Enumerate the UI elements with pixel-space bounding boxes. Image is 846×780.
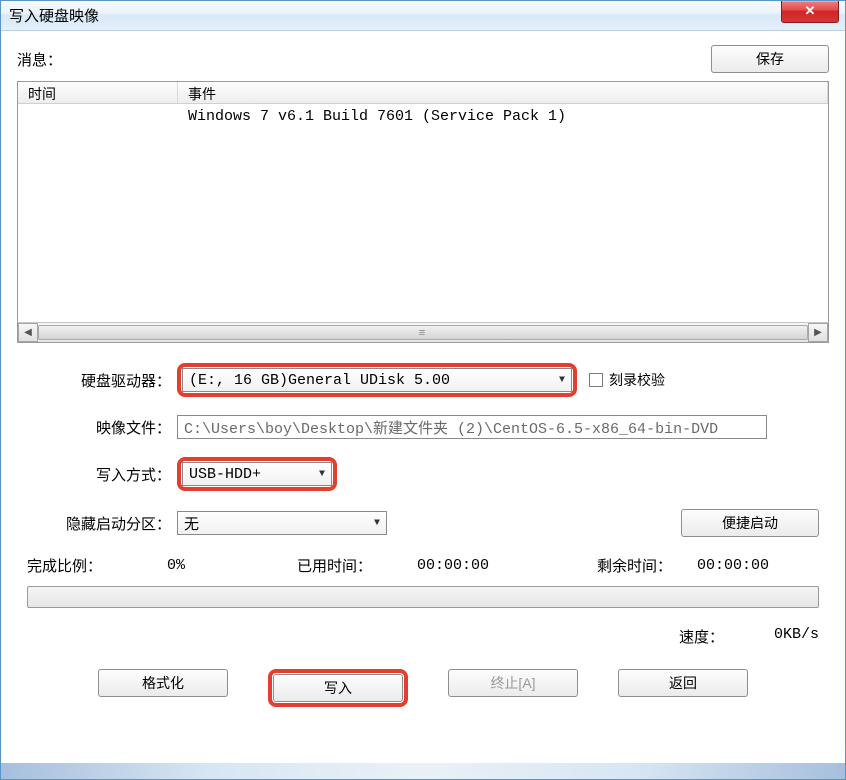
remaining-label: 剩余时间：: [597, 555, 697, 576]
scroll-track[interactable]: ≡: [38, 323, 808, 342]
log-panel: 时间 事件 Windows 7 v6.1 Build 7601 (Service…: [17, 81, 829, 343]
content-area: 消息： 保存 时间 事件 Windows 7 v6.1 Build 7601 (…: [1, 31, 845, 721]
abort-button: 终止[A]: [448, 669, 578, 697]
write-mode-highlight: USB-HDD+ ▼: [177, 457, 337, 491]
image-path-input[interactable]: C:\Users\boy\Desktop\新建文件夹 (2)\CentOS-6.…: [177, 415, 767, 439]
image-path-value: C:\Users\boy\Desktop\新建文件夹 (2)\CentOS-6.…: [184, 417, 718, 438]
speed-value: 0KB/s: [774, 626, 819, 647]
progress-info: 完成比例： 0% 已用时间： 00:00:00 剩余时间： 00:00:00: [27, 555, 819, 576]
format-button[interactable]: 格式化: [98, 669, 228, 697]
close-icon[interactable]: ✕: [781, 1, 839, 23]
titlebar[interactable]: 写入硬盘映像 ✕: [1, 1, 845, 31]
footer-decoration: [1, 763, 845, 779]
drive-value: (E:, 16 GB)General UDisk 5.00: [189, 372, 450, 389]
verify-label: 刻录校验: [609, 370, 665, 390]
dialog-window: 写入硬盘映像 ✕ 消息： 保存 时间 事件 Windows 7 v6.1 Bui…: [0, 0, 846, 780]
log-event: Windows 7 v6.1 Build 7601 (Service Pack …: [178, 108, 828, 125]
column-time[interactable]: 时间: [18, 82, 178, 103]
drive-label: 硬盘驱动器：: [27, 370, 177, 391]
scroll-thumb[interactable]: ≡: [38, 325, 808, 340]
scroll-right-icon[interactable]: ▶: [808, 323, 828, 342]
image-label: 映像文件：: [27, 417, 177, 438]
write-mode-select[interactable]: USB-HDD+ ▼: [182, 462, 332, 486]
back-button[interactable]: 返回: [618, 669, 748, 697]
checkbox-box-icon: [589, 373, 603, 387]
chevron-down-icon: ▼: [319, 469, 325, 480]
hide-partition-label: 隐藏启动分区：: [27, 513, 177, 534]
drive-highlight: (E:, 16 GB)General UDisk 5.00 ▼: [177, 363, 577, 397]
save-button[interactable]: 保存: [711, 45, 829, 73]
elapsed-value: 00:00:00: [417, 557, 597, 574]
speed-label: 速度：: [679, 626, 724, 647]
write-button[interactable]: 写入: [273, 674, 403, 702]
messages-label: 消息：: [17, 49, 62, 70]
chevron-down-icon: ▼: [559, 375, 565, 386]
verify-checkbox[interactable]: 刻录校验: [589, 370, 665, 390]
complete-value: 0%: [167, 557, 297, 574]
drive-select[interactable]: (E:, 16 GB)General UDisk 5.00 ▼: [182, 368, 572, 392]
chevron-down-icon: ▼: [374, 518, 380, 529]
write-mode-label: 写入方式：: [27, 464, 177, 485]
progress-bar: [27, 586, 819, 608]
scroll-left-icon[interactable]: ◀: [18, 323, 38, 342]
quick-boot-button[interactable]: 便捷启动: [681, 509, 819, 537]
log-row: Windows 7 v6.1 Build 7601 (Service Pack …: [18, 108, 828, 125]
log-time: [18, 108, 178, 125]
remaining-value: 00:00:00: [697, 557, 769, 574]
complete-label: 完成比例：: [27, 555, 167, 576]
column-event[interactable]: 事件: [178, 82, 828, 103]
log-header: 时间 事件: [18, 82, 828, 104]
hide-partition-select[interactable]: 无 ▼: [177, 511, 387, 535]
log-body: Windows 7 v6.1 Build 7601 (Service Pack …: [18, 104, 828, 322]
horizontal-scrollbar[interactable]: ◀ ≡ ▶: [18, 322, 828, 342]
write-highlight: 写入: [268, 669, 408, 707]
elapsed-label: 已用时间：: [297, 555, 417, 576]
window-title: 写入硬盘映像: [9, 5, 99, 26]
write-mode-value: USB-HDD+: [189, 466, 261, 483]
hide-partition-value: 无: [184, 513, 199, 534]
